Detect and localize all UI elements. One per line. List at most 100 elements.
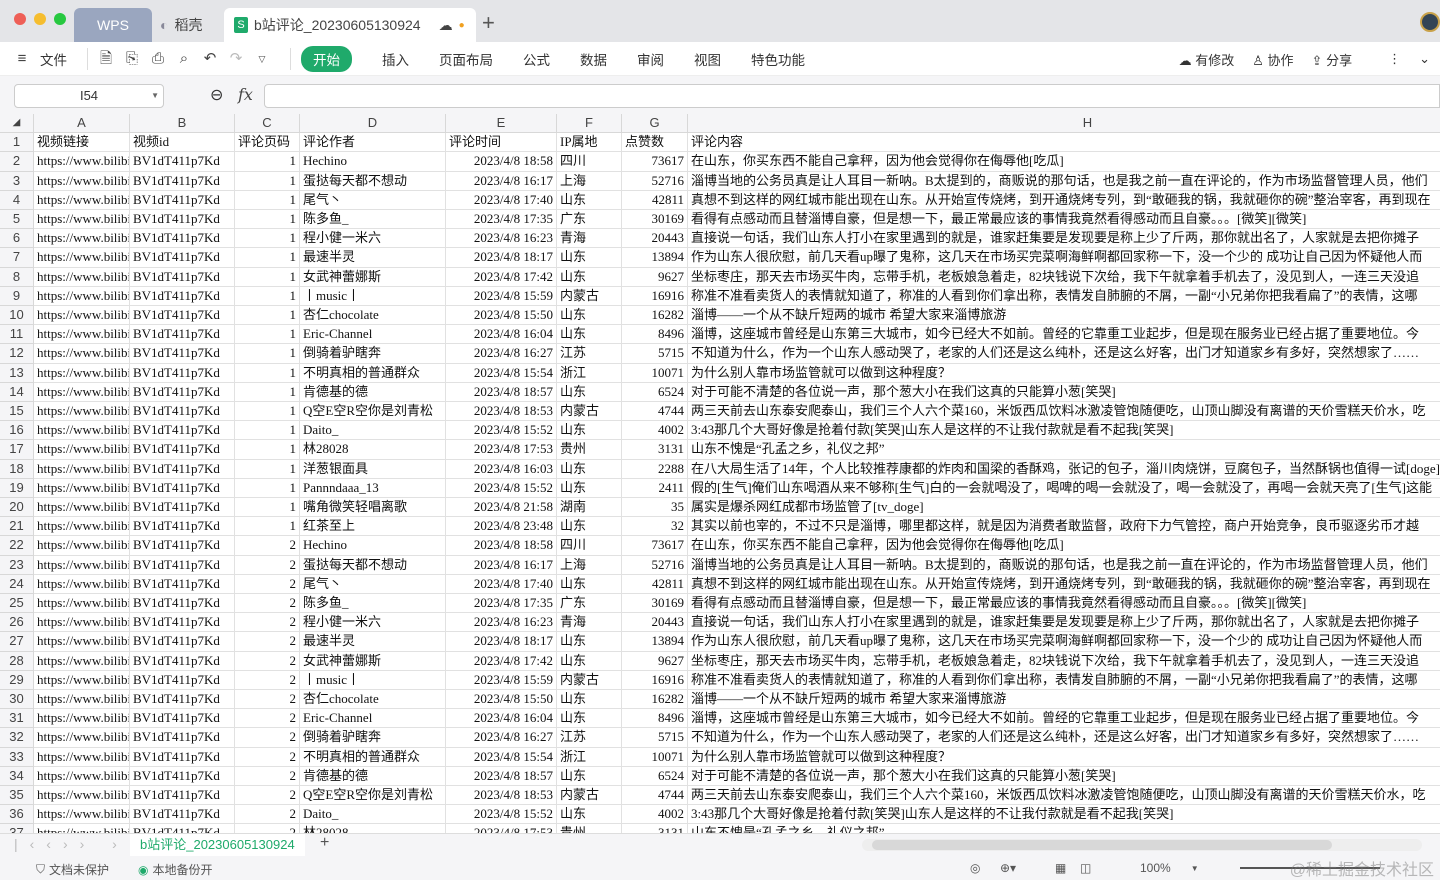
cell-author[interactable]: 杏仁chocolate	[300, 690, 446, 710]
cell-time[interactable]: 2023/4/8 16:17	[446, 171, 557, 191]
cell-time[interactable]: 2023/4/8 18:57	[446, 382, 557, 402]
cell-ip[interactable]: 山东	[557, 267, 622, 287]
cell-author[interactable]: 程小健一米六	[300, 613, 446, 633]
undo-icon[interactable]: ↶	[202, 50, 218, 67]
cell-video-id[interactable]: BV1dT411p7Kd	[130, 651, 235, 671]
cell-content[interactable]: 淄博当地的公务员真是让人耳目一新呐。B太提到的，商贩说的那句话，也是我之前一直在…	[688, 556, 1440, 575]
cell-ip[interactable]: 内蒙古	[557, 786, 622, 806]
row-number[interactable]: 9	[0, 286, 34, 306]
cell-content[interactable]: 淄博当地的公务员真是让人耳目一新呐。B太提到的，商贩说的那句话，也是我之前一直在…	[688, 172, 1440, 191]
layout-icon[interactable]: ⊕▾	[1000, 861, 1016, 875]
cell-video-link[interactable]: https://www.bilibili.com/video/BV1dT411p…	[34, 286, 130, 306]
chevron-down-icon[interactable]: ⌄	[1419, 51, 1430, 67]
cell-video-id[interactable]: BV1dT411p7Kd	[130, 210, 235, 230]
cell-author[interactable]: 洋葱银面具	[300, 459, 446, 479]
cell-likes[interactable]: 4002	[622, 805, 688, 825]
cell-video-link[interactable]: https://www.bilibili.com/video/BV1dT411p…	[34, 517, 130, 537]
row-number[interactable]: 24	[0, 574, 34, 594]
cell-video-id[interactable]: BV1dT411p7Kd	[130, 267, 235, 287]
cell-video-id[interactable]: BV1dT411p7Kd	[130, 747, 235, 767]
cell-content[interactable]: 两三天前去山东泰安爬泰山，我们三个人六个菜160，米饭西瓜饮料冰激凌管饱随便吃，…	[688, 786, 1440, 806]
cell-author[interactable]: 不明真相的普通群众	[300, 363, 446, 383]
cell-author[interactable]: 倒骑着驴瞎奔	[300, 344, 446, 364]
avatar[interactable]	[1420, 12, 1440, 32]
cell-page[interactable]: 2	[235, 786, 300, 806]
cell-video-link[interactable]: https://www.bilibili.com/video/BV1dT411p…	[34, 632, 130, 652]
cell-time[interactable]: 2023/4/8 16:04	[446, 709, 557, 729]
row-number[interactable]: 28	[0, 651, 34, 671]
header-cell[interactable]: 视频id	[130, 133, 235, 153]
cell-author[interactable]: Hechino	[300, 152, 446, 172]
cell-video-link[interactable]: https://www.bilibili.com/video/BV1dT411p…	[34, 805, 130, 825]
cell-content[interactable]: 作为山东人很欣慰，前几天看up曝了鬼称，这几天在市场买完菜啊海鲜啊都回家称一下，…	[688, 632, 1440, 652]
cell-author[interactable]: Pannndaaa_13	[300, 478, 446, 498]
cell-video-id[interactable]: BV1dT411p7Kd	[130, 670, 235, 690]
cell-video-id[interactable]: BV1dT411p7Kd	[130, 421, 235, 441]
cell-page[interactable]: 1	[235, 248, 300, 268]
row-number[interactable]: 14	[0, 382, 34, 402]
cell-time[interactable]: 2023/4/8 18:53	[446, 786, 557, 806]
cell-video-id[interactable]: BV1dT411p7Kd	[130, 555, 235, 575]
cell-ip[interactable]: 贵州	[557, 824, 622, 833]
cell-content[interactable]: 称准不准看卖货人的表情就知道了，称准的人看到你们拿出称，表情发自肺腑的不屑，一副…	[688, 671, 1440, 690]
cell-content[interactable]: 在八大局生活了14年，个人比较推荐康都的炸肉和国梁的香酥鸡，张记的包子，淄川肉烧…	[688, 460, 1440, 479]
cell-ip[interactable]: 山东	[557, 766, 622, 786]
cell-ip[interactable]: 内蒙古	[557, 286, 622, 306]
cell-content[interactable]: 两三天前去山东泰安爬泰山，我们三个人六个菜160，米饭西瓜饮料冰激凌管饱随便吃，…	[688, 402, 1440, 422]
cell-time[interactable]: 2023/4/8 18:17	[446, 632, 557, 652]
header-cell[interactable]: IP属地	[557, 133, 622, 153]
cell-content[interactable]: 在山东，你买东西不能自己拿秤，因为他会觉得你在侮辱他[吃瓜]	[688, 152, 1440, 172]
cell-page[interactable]: 2	[235, 555, 300, 575]
cell-page[interactable]: 1	[235, 517, 300, 537]
cell-page[interactable]: 2	[235, 651, 300, 671]
cell-author[interactable]: 陈多鱼_	[300, 594, 446, 614]
header-cell[interactable]: 评论页码	[235, 133, 300, 153]
header-cell[interactable]: 视频链接	[34, 133, 130, 153]
cell-time[interactable]: 2023/4/8 15:59	[446, 286, 557, 306]
sheet-tab[interactable]: b站评论_20230605130924	[130, 834, 305, 856]
cell-author[interactable]: 女武神蕾娜斯	[300, 651, 446, 671]
cell-likes[interactable]: 9627	[622, 267, 688, 287]
cell-ip[interactable]: 山东	[557, 248, 622, 268]
cell-author[interactable]: 嘴角微笑轻唱离歌	[300, 498, 446, 518]
cell-video-link[interactable]: https://www.bilibili.com/video/BV1dT411p…	[34, 210, 130, 230]
cell-page[interactable]: 1	[235, 286, 300, 306]
cell-time[interactable]: 2023/4/8 17:42	[446, 267, 557, 287]
cell-video-link[interactable]: https://www.bilibili.com/video/BV1dT411p…	[34, 421, 130, 441]
cell-video-link[interactable]: https://www.bilibili.com/video/BV1dT411p…	[34, 498, 130, 518]
cell-likes[interactable]: 73617	[622, 536, 688, 556]
row-number[interactable]: 25	[0, 594, 34, 614]
cell-content[interactable]: 坐标枣庄，那天去市场买牛肉，忘带手机，老板娘急着走，82块钱说下次给，我下午就拿…	[688, 652, 1440, 671]
cell-likes[interactable]: 16916	[622, 286, 688, 306]
row-number[interactable]: 6	[0, 229, 34, 249]
cell-author[interactable]: 最速半灵	[300, 248, 446, 268]
cell-video-id[interactable]: BV1dT411p7Kd	[130, 171, 235, 191]
cell-page[interactable]: 1	[235, 267, 300, 287]
cell-ip[interactable]: 内蒙古	[557, 402, 622, 422]
cell-time[interactable]: 2023/4/8 17:35	[446, 210, 557, 230]
cell-page[interactable]: 1	[235, 478, 300, 498]
cell-ip[interactable]: 山东	[557, 478, 622, 498]
modified-button[interactable]: ☁ 有修改	[1179, 50, 1235, 69]
eye-protect-icon[interactable]: ◎	[970, 861, 980, 875]
row-number[interactable]: 21	[0, 517, 34, 537]
new-tab-button[interactable]: +	[482, 10, 495, 36]
cell-page[interactable]: 2	[235, 613, 300, 633]
menu-icon[interactable]: ≡	[14, 50, 30, 67]
cell-ip[interactable]: 上海	[557, 555, 622, 575]
cell-page[interactable]: 1	[235, 325, 300, 345]
cell-ip[interactable]: 浙江	[557, 747, 622, 767]
row-number[interactable]: 11	[0, 325, 34, 345]
tab-daoke[interactable]: ◐ 稻壳	[160, 8, 226, 42]
cell-ip[interactable]: 上海	[557, 171, 622, 191]
cell-time[interactable]: 2023/4/8 15:52	[446, 421, 557, 441]
cell-author[interactable]: 蛋挞每天都不想动	[300, 555, 446, 575]
cell-ip[interactable]: 广东	[557, 594, 622, 614]
cell-time[interactable]: 2023/4/8 21:58	[446, 498, 557, 518]
cell-content[interactable]: 淄博——一个从不缺斤短两的城市 希望大家来淄博旅游	[688, 306, 1440, 326]
cell-likes[interactable]: 5715	[622, 344, 688, 364]
cell-video-link[interactable]: https://www.bilibili.com/video/BV1dT411p…	[34, 267, 130, 287]
add-sheet-button[interactable]: +	[320, 834, 329, 852]
row-number[interactable]: 36	[0, 805, 34, 825]
cell-likes[interactable]: 20443	[622, 229, 688, 249]
